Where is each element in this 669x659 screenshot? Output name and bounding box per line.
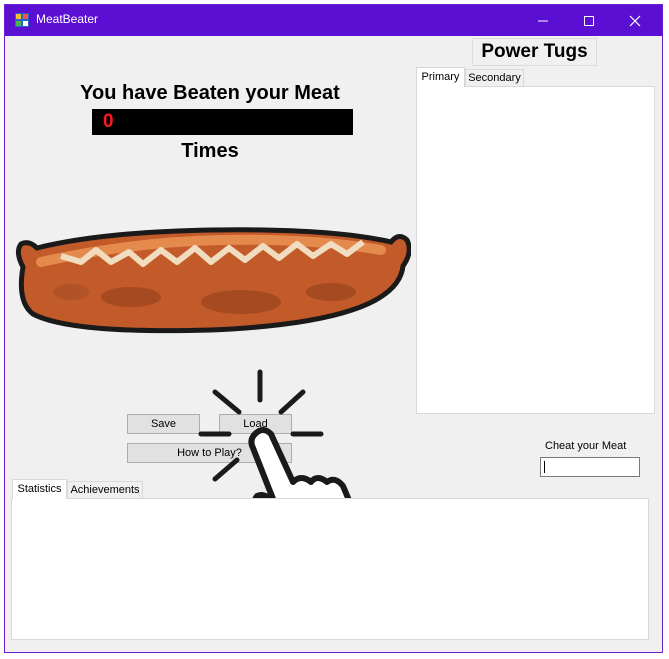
cheat-label: Cheat your Meat [545,440,627,452]
minimize-icon [538,20,548,21]
tab-statistics[interactable]: Statistics [12,479,67,499]
text-caret [544,461,545,473]
window-title: MeatBeater [36,12,99,26]
tab-secondary[interactable]: Secondary [465,69,524,87]
tab-primary[interactable]: Primary [416,67,465,87]
tab-achievements[interactable]: Achievements [67,481,143,499]
client-area: You have Beaten your Meat 0 Times Save L… [5,36,662,652]
app-icon [15,13,29,27]
statistics-panel [11,498,649,640]
minimize-button[interactable] [520,5,566,36]
maximize-button[interactable] [566,5,612,36]
title-bar[interactable]: MeatBeater [5,5,662,36]
cheat-input[interactable] [540,457,640,477]
close-button[interactable] [612,5,658,36]
app-window: MeatBeater You have Beaten your Meat 0 T… [4,4,663,653]
beat-counter: 0 [92,109,353,135]
counter-heading: You have Beaten your Meat [80,82,340,104]
maximize-icon [584,15,594,26]
power-tugs-title: Power Tugs [472,38,597,66]
save-button[interactable]: Save [127,414,200,434]
sausage-image[interactable] [11,222,411,342]
close-icon [629,15,641,26]
power-tugs-panel [416,86,655,414]
counter-suffix: Times [181,140,239,162]
